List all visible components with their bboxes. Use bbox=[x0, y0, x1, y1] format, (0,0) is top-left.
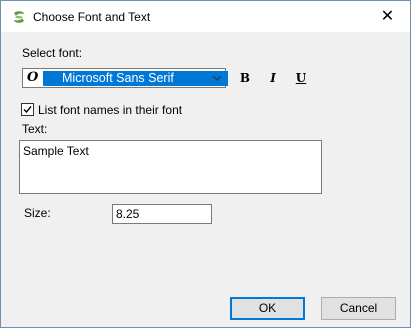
logo-icon bbox=[14, 11, 24, 23]
sample-text-area[interactable]: Sample Text bbox=[19, 140, 322, 194]
bold-button[interactable]: B bbox=[237, 70, 253, 86]
cancel-button[interactable]: Cancel bbox=[321, 297, 396, 320]
selected-font-value: Microsoft Sans Serif bbox=[43, 71, 228, 86]
dialog-window: Choose Font and Text ✕ Select font: O Mi… bbox=[0, 0, 411, 328]
text-label: Text: bbox=[22, 122, 48, 136]
window-title: Choose Font and Text bbox=[33, 10, 151, 24]
close-icon: ✕ bbox=[380, 8, 395, 25]
size-label: Size: bbox=[24, 206, 51, 220]
opentype-font-icon: O bbox=[27, 70, 39, 85]
italic-button[interactable]: I bbox=[265, 70, 281, 86]
list-font-names-label[interactable]: List font names in their font bbox=[38, 103, 182, 117]
checkmark-icon bbox=[23, 106, 32, 114]
underline-button[interactable]: U bbox=[293, 70, 309, 86]
close-button[interactable]: ✕ bbox=[365, 1, 410, 32]
title-bar: Choose Font and Text ✕ bbox=[1, 1, 410, 32]
size-input[interactable]: 8.25 bbox=[112, 204, 212, 224]
ok-button[interactable]: OK bbox=[230, 297, 305, 320]
select-font-label: Select font: bbox=[22, 46, 83, 60]
list-font-names-checkbox[interactable] bbox=[21, 103, 34, 116]
font-select-dropdown[interactable]: O Microsoft Sans Serif bbox=[22, 68, 228, 88]
chevron-down-icon[interactable] bbox=[211, 72, 223, 84]
